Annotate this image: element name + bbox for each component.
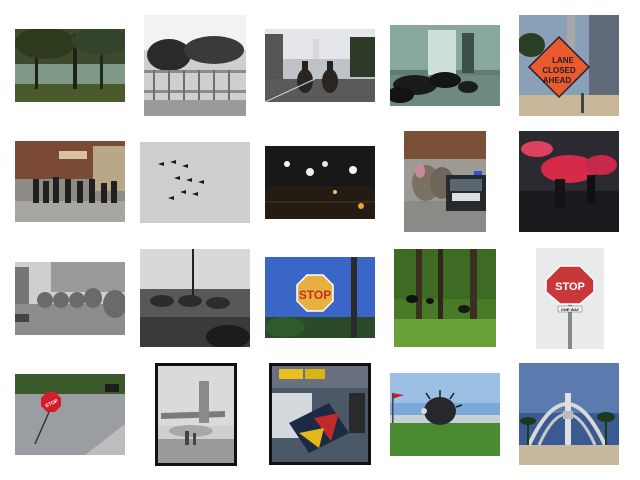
thumbnail-night-street[interactable] [265, 146, 375, 219]
thumbnail-elephant-parade[interactable] [15, 262, 125, 335]
stop-sign-text-2: STOP [555, 281, 585, 293]
thumbnail-jet-formation[interactable] [140, 142, 250, 223]
sign-text-line3: AHEAD [543, 76, 572, 85]
thumbnail-umbrellas-office[interactable] [390, 25, 500, 106]
thumbnail-mounted-police[interactable] [265, 29, 375, 102]
thumbnail-lane-closed-sign[interactable]: LANE CLOSED AHEAD [519, 15, 619, 116]
thumbnail-stop-sign-sky[interactable]: STOP [265, 257, 375, 338]
thumbnail-airplane-tarmac[interactable] [155, 363, 237, 466]
thumbnail-umbrellas-taxi[interactable] [269, 363, 371, 465]
one-way-text: ONE WAY [561, 307, 580, 312]
thumbnail-park-trees[interactable] [15, 29, 125, 102]
stop-sign-text-1: STOP [299, 288, 331, 302]
thumbnail-inflatable-hedgehog[interactable] [390, 373, 500, 456]
thumbnail-forest-animals[interactable] [394, 249, 496, 347]
thumbnail-monument-arch[interactable] [519, 363, 619, 465]
thumbnail-pink-umbrellas[interactable] [519, 131, 619, 232]
thumbnail-sidewalk-crowd[interactable] [15, 141, 125, 222]
thumbnail-stop-sign-street-name[interactable]: ONE WAY STOP [536, 248, 604, 349]
sign-text-line1: LANE [552, 56, 574, 65]
thumbnail-car-window-parade[interactable] [140, 249, 250, 347]
thumbnail-tilted-stop-sign[interactable]: STOP [15, 374, 125, 455]
thumbnail-crowd-barricade[interactable] [144, 15, 246, 116]
sign-text-line2: CLOSED [542, 66, 576, 75]
thumbnail-elephants-police[interactable] [404, 131, 486, 232]
